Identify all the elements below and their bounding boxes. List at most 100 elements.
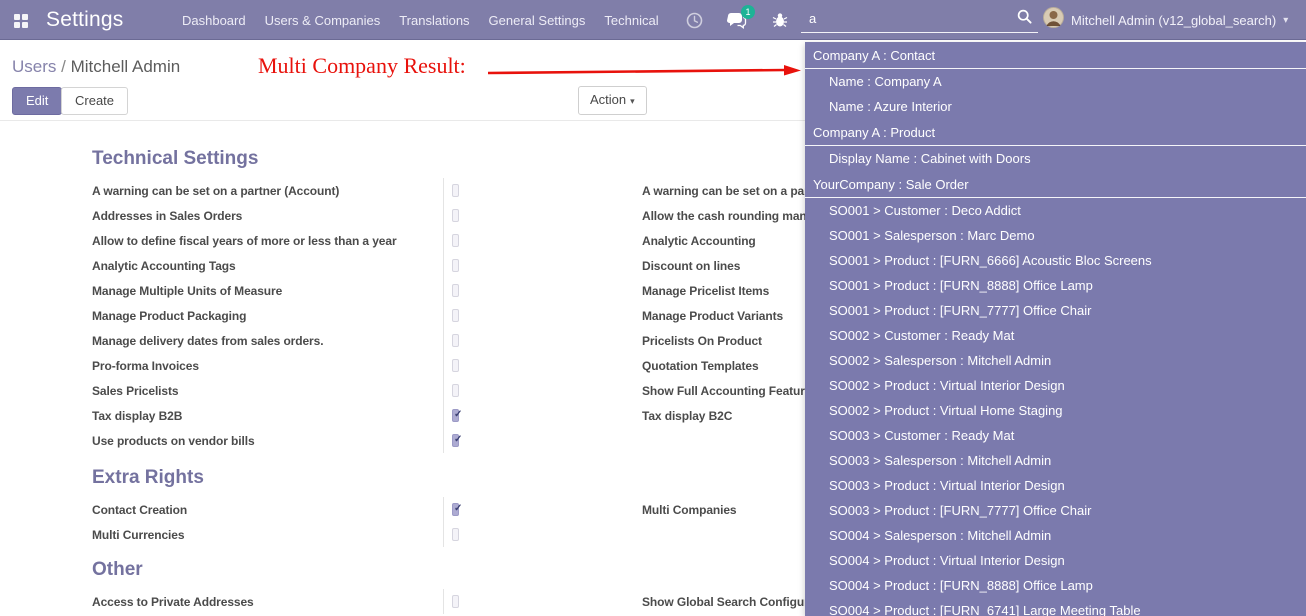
setting-checkbox[interactable] (452, 209, 459, 222)
dropdown-result-item[interactable]: Display Name : Cabinet with Doors (805, 146, 1306, 171)
setting-checkbox[interactable] (452, 234, 459, 247)
setting-checkbox[interactable] (452, 284, 459, 297)
caret-down-icon: ▾ (1283, 15, 1288, 26)
checkbox-cell (443, 178, 459, 203)
checkbox-cell (443, 203, 459, 228)
section-title: Extra Rights (92, 465, 806, 491)
setting-label: Allow to define fiscal years of more or … (92, 234, 443, 248)
navbar: Settings Dashboard Users & Companies Tra… (0, 0, 1306, 40)
global-search-box (801, 6, 1038, 33)
checkbox-cell (443, 228, 459, 253)
checkbox-cell (443, 328, 459, 353)
settings-row: Access to Private Addresses Show Global … (92, 589, 806, 614)
settings-row: Multi Currencies (92, 522, 806, 547)
breadcrumb-link-users[interactable]: Users (12, 57, 56, 76)
search-icon[interactable] (1017, 9, 1032, 29)
annotation-arrow-icon (488, 62, 802, 80)
setting-label-right: Multi Companies (642, 503, 737, 517)
avatar (1043, 7, 1064, 33)
user-name: Mitchell Admin (v12_global_search) (1071, 13, 1276, 28)
setting-label: Access to Private Addresses (92, 595, 443, 609)
setting-checkbox[interactable] (452, 503, 459, 516)
checkbox-cell (443, 403, 459, 428)
dropdown-result-item[interactable]: SO003 > Product : [FURN_7777] Office Cha… (805, 498, 1306, 523)
dropdown-result-item[interactable]: SO004 > Salesperson : Mitchell Admin (805, 523, 1306, 548)
dropdown-result-item[interactable]: Name : Azure Interior (805, 94, 1306, 119)
caret-down-icon: ▾ (630, 96, 635, 106)
dropdown-result-item[interactable]: SO002 > Product : Virtual Interior Desig… (805, 373, 1306, 398)
dropdown-result-item[interactable]: SO004 > Product : Virtual Interior Desig… (805, 548, 1306, 573)
dropdown-result-item[interactable]: SO004 > Product : [FURN_8888] Office Lam… (805, 573, 1306, 598)
section-title: Other (92, 557, 806, 583)
checkbox-cell (443, 522, 459, 547)
setting-label: Addresses in Sales Orders (92, 209, 443, 223)
dropdown-result-item[interactable]: Name : Company A (805, 69, 1306, 94)
setting-checkbox[interactable] (452, 334, 459, 347)
menu-item[interactable]: Technical (604, 13, 658, 28)
setting-checkbox[interactable] (452, 434, 459, 447)
setting-checkbox[interactable] (452, 384, 459, 397)
dropdown-result-item[interactable]: SO003 > Product : Virtual Interior Desig… (805, 473, 1306, 498)
settings-row: Use products on vendor bills (92, 428, 806, 453)
setting-label: Manage delivery dates from sales orders. (92, 334, 443, 348)
settings-row: Tax display B2B Tax display B2C (92, 403, 806, 428)
dropdown-group-items: Name : Company AName : Azure Interior (805, 69, 1306, 119)
setting-label: A warning can be set on a partner (Accou… (92, 184, 443, 198)
settings-row: Sales Pricelists Show Full Accounting Fe… (92, 378, 806, 403)
apps-menu-icon[interactable] (14, 14, 28, 28)
checkbox-cell (443, 428, 459, 453)
setting-checkbox[interactable] (452, 259, 459, 272)
settings-row: Contact Creation Multi Companies (92, 497, 806, 522)
settings-row: Analytic Accounting Tags Discount on lin… (92, 253, 806, 278)
setting-label-right: Pricelists On Product (642, 334, 762, 348)
menu-item[interactable]: General Settings (489, 13, 586, 28)
settings-row: Manage Multiple Units of Measure Manage … (92, 278, 806, 303)
setting-label-right: Quotation Templates (642, 359, 759, 373)
dropdown-result-item[interactable]: SO003 > Salesperson : Mitchell Admin (805, 448, 1306, 473)
messages-count-badge: 1 (741, 5, 755, 19)
dropdown-result-item[interactable]: SO001 > Product : [FURN_7777] Office Cha… (805, 298, 1306, 323)
setting-label: Sales Pricelists (92, 384, 443, 398)
dropdown-group-header: YourCompany : Sale Order (805, 171, 1306, 198)
setting-label-right: Manage Product Variants (642, 309, 783, 323)
dropdown-result-item[interactable]: SO002 > Product : Virtual Home Staging (805, 398, 1306, 423)
setting-checkbox[interactable] (452, 309, 459, 322)
checkbox-cell (443, 497, 459, 522)
setting-checkbox[interactable] (452, 359, 459, 372)
create-button[interactable]: Create (61, 87, 128, 115)
dropdown-result-item[interactable]: SO004 > Product : [FURN_6741] Large Meet… (805, 598, 1306, 616)
nav-menu: Dashboard Users & Companies Translations… (182, 0, 659, 40)
debug-bug-icon[interactable] (770, 10, 790, 30)
dropdown-result-item[interactable]: SO001 > Product : [FURN_6666] Acoustic B… (805, 248, 1306, 273)
dropdown-result-item[interactable]: SO001 > Customer : Deco Addict (805, 198, 1306, 223)
dropdown-group-header: Company A : Product (805, 119, 1306, 146)
menu-item[interactable]: Dashboard (182, 13, 246, 28)
breadcrumb-current: Mitchell Admin (71, 57, 181, 76)
action-menu-button[interactable]: Action▾ (578, 86, 647, 115)
dropdown-result-item[interactable]: SO001 > Product : [FURN_8888] Office Lam… (805, 273, 1306, 298)
menu-item[interactable]: Translations (399, 13, 469, 28)
settings-row: Pro-forma Invoices Quotation Templates (92, 353, 806, 378)
activities-clock-icon[interactable] (684, 10, 704, 30)
checkbox-cell (443, 378, 459, 403)
settings-row: Allow to define fiscal years of more or … (92, 228, 806, 253)
dropdown-result-item[interactable]: SO002 > Customer : Ready Mat (805, 323, 1306, 348)
setting-label: Use products on vendor bills (92, 434, 443, 448)
dropdown-result-item[interactable]: SO001 > Salesperson : Marc Demo (805, 223, 1306, 248)
setting-checkbox[interactable] (452, 184, 459, 197)
global-search-input[interactable] (801, 11, 1017, 28)
menu-item[interactable]: Users & Companies (265, 13, 381, 28)
dropdown-result-item[interactable]: SO003 > Customer : Ready Mat (805, 423, 1306, 448)
dropdown-group-header: Company A : Contact (805, 42, 1306, 69)
setting-checkbox[interactable] (452, 528, 459, 541)
settings-row: Manage Product Packaging Manage Product … (92, 303, 806, 328)
settings-form: Technical Settings A warning can be set … (92, 140, 806, 614)
setting-checkbox[interactable] (452, 595, 459, 608)
setting-label-right: Manage Pricelist Items (642, 284, 769, 298)
setting-label: Tax display B2B (92, 409, 443, 423)
user-menu[interactable]: Mitchell Admin (v12_global_search) ▾ (1043, 0, 1288, 40)
dropdown-result-item[interactable]: SO002 > Salesperson : Mitchell Admin (805, 348, 1306, 373)
setting-checkbox[interactable] (452, 409, 459, 422)
messages-icon[interactable]: 1 (727, 10, 747, 30)
edit-button[interactable]: Edit (12, 87, 62, 115)
